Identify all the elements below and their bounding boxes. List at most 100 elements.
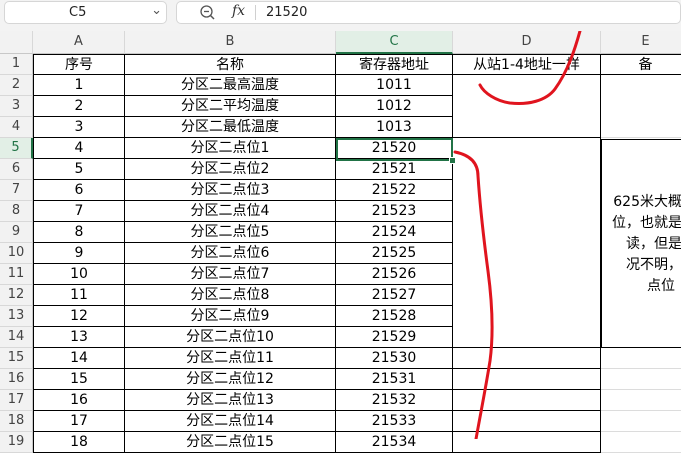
cell-seq[interactable]: 12 [33, 306, 125, 327]
row-header[interactable]: 10 [0, 243, 33, 264]
column-header-e[interactable]: E [601, 31, 681, 54]
cell-seq[interactable]: 2 [33, 96, 125, 117]
cell-name[interactable]: 分区二点位1 [125, 138, 336, 159]
column-header-b[interactable]: B [125, 31, 336, 54]
cell-seq[interactable]: 17 [33, 411, 125, 432]
cell-d[interactable] [453, 138, 601, 159]
cell-e[interactable] [601, 432, 681, 453]
cell-c-header[interactable]: 寄存器地址 [336, 54, 453, 75]
cell-address[interactable]: 1011 [336, 75, 453, 96]
cell-seq[interactable]: 16 [33, 390, 125, 411]
cell-e[interactable] [601, 411, 681, 432]
function-icon[interactable]: fx [232, 3, 245, 19]
cell-seq[interactable]: 6 [33, 180, 125, 201]
cell-d[interactable] [453, 243, 601, 264]
cell-d[interactable] [453, 96, 601, 117]
select-all-corner[interactable] [0, 31, 33, 54]
formula-input-area[interactable]: fx 21520 [176, 1, 681, 24]
cell-address[interactable]: 21528 [336, 306, 453, 327]
row-header[interactable]: 17 [0, 390, 33, 411]
cell-d[interactable] [453, 117, 601, 138]
cell-name[interactable]: 分区二点位14 [125, 411, 336, 432]
cell-seq[interactable]: 1 [33, 75, 125, 96]
cell-e[interactable] [601, 348, 681, 369]
cell-d[interactable] [453, 201, 601, 222]
cell-address[interactable]: 21533 [336, 411, 453, 432]
cell-a-header[interactable]: 序号 [33, 54, 125, 75]
cell-name[interactable]: 分区二点位4 [125, 201, 336, 222]
row-header[interactable]: 15 [0, 348, 33, 369]
cell-name[interactable]: 分区二点位13 [125, 390, 336, 411]
cell-d[interactable] [453, 411, 601, 432]
cell-d[interactable] [453, 222, 601, 243]
row-header[interactable]: 8 [0, 201, 33, 222]
cell-seq[interactable]: 7 [33, 201, 125, 222]
row-header[interactable]: 18 [0, 411, 33, 432]
cell-e[interactable] [601, 369, 681, 390]
row-header[interactable]: 4 [0, 117, 33, 138]
cell-name[interactable]: 分区二点位3 [125, 180, 336, 201]
cell-e[interactable] [601, 117, 681, 138]
cell-address[interactable]: 21523 [336, 201, 453, 222]
cell-address[interactable]: 1012 [336, 96, 453, 117]
cell-d[interactable] [453, 264, 601, 285]
row-header[interactable]: 1 [0, 54, 33, 75]
row-header[interactable]: 12 [0, 285, 33, 306]
row-header[interactable]: 6 [0, 159, 33, 180]
cell-address[interactable]: 21524 [336, 222, 453, 243]
row-header[interactable]: 13 [0, 306, 33, 327]
cell-address[interactable]: 21521 [336, 159, 453, 180]
cell-seq[interactable]: 18 [33, 432, 125, 453]
cell-name[interactable]: 分区二平均温度 [125, 96, 336, 117]
cell-address[interactable]: 21525 [336, 243, 453, 264]
row-header[interactable]: 11 [0, 264, 33, 285]
cell-address[interactable]: 21522 [336, 180, 453, 201]
row-header[interactable]: 7 [0, 180, 33, 201]
cell-address[interactable]: 21532 [336, 390, 453, 411]
cell-name[interactable]: 分区二点位7 [125, 264, 336, 285]
cell-seq[interactable]: 5 [33, 159, 125, 180]
cell-e-header[interactable]: 备 [601, 54, 681, 75]
cell-address[interactable]: 21534 [336, 432, 453, 453]
row-header[interactable]: 3 [0, 96, 33, 117]
cell-name[interactable]: 分区二点位8 [125, 285, 336, 306]
cell-name[interactable]: 分区二点位15 [125, 432, 336, 453]
cell-address[interactable]: 1013 [336, 117, 453, 138]
chevron-down-icon[interactable]: ⌄ [151, 3, 162, 18]
cell-address[interactable]: 21530 [336, 348, 453, 369]
row-header[interactable]: 9 [0, 222, 33, 243]
cell-d[interactable] [453, 306, 601, 327]
cell-d[interactable] [453, 159, 601, 180]
cell-d-header[interactable]: 从站1-4地址一样 [453, 54, 601, 75]
fill-handle[interactable] [449, 157, 456, 164]
cell-address[interactable]: 21526 [336, 264, 453, 285]
name-box[interactable]: C5 ⌄ [4, 1, 167, 24]
merged-note-cell[interactable]: 625米大概 位，也就是 读，但是 况不明， 点位 [601, 139, 681, 348]
cell-e[interactable] [601, 96, 681, 117]
row-header[interactable]: 16 [0, 369, 33, 390]
cell-seq[interactable]: 10 [33, 264, 125, 285]
cell-name[interactable]: 分区二点位6 [125, 243, 336, 264]
cell-seq[interactable]: 4 [33, 138, 125, 159]
column-header-c[interactable]: C [336, 31, 453, 54]
cell-d[interactable] [453, 369, 601, 390]
row-header[interactable]: 19 [0, 432, 33, 453]
zoom-out-icon[interactable] [199, 4, 216, 21]
cell-seq[interactable]: 11 [33, 285, 125, 306]
row-header[interactable]: 5 [0, 138, 33, 159]
cell-d[interactable] [453, 327, 601, 348]
cell-d[interactable] [453, 285, 601, 306]
cell-address[interactable]: 21520 [336, 138, 453, 159]
cell-name[interactable]: 分区二点位9 [125, 306, 336, 327]
cell-seq[interactable]: 3 [33, 117, 125, 138]
cell-name[interactable]: 分区二点位5 [125, 222, 336, 243]
cell-d[interactable] [453, 432, 601, 453]
cell-name[interactable]: 分区二最低温度 [125, 117, 336, 138]
cell-seq[interactable]: 14 [33, 348, 125, 369]
cell-d[interactable] [453, 180, 601, 201]
cell-seq[interactable]: 13 [33, 327, 125, 348]
cell-d[interactable] [453, 75, 601, 96]
cell-name[interactable]: 分区二点位2 [125, 159, 336, 180]
cell-seq[interactable]: 8 [33, 222, 125, 243]
cell-name[interactable]: 分区二点位12 [125, 369, 336, 390]
